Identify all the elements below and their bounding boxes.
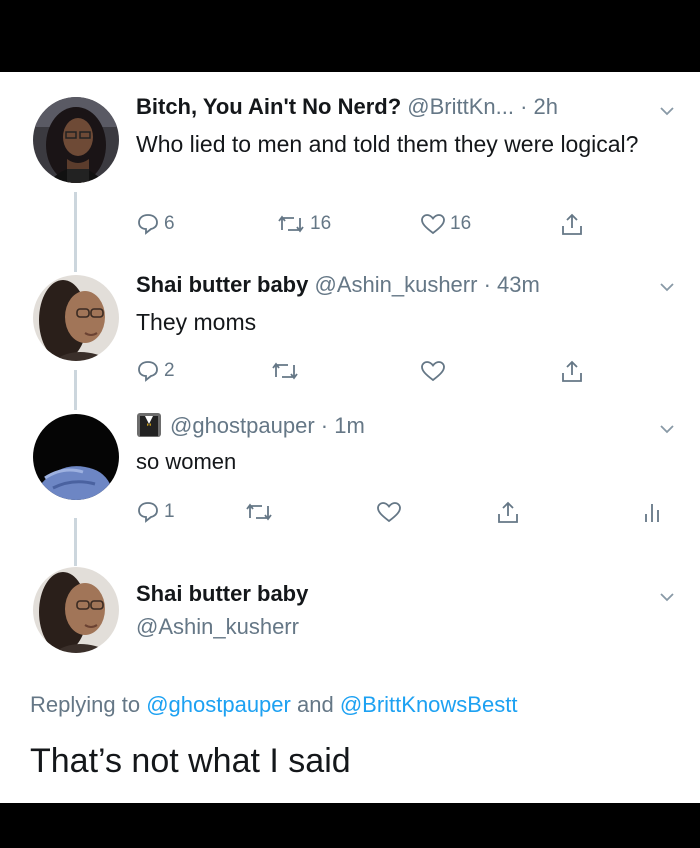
- tweet-text: Who lied to men and told them they were …: [136, 131, 639, 157]
- handle[interactable]: @ghostpauper: [170, 413, 315, 438]
- analytics-icon: [645, 504, 659, 522]
- share-icon: [562, 213, 582, 235]
- share-button[interactable]: [560, 359, 584, 385]
- thread-line: [74, 192, 77, 272]
- share-button[interactable]: [560, 212, 584, 238]
- tweet-header: Bitch, You Ain't No Nerd? @BrittKn... · …: [136, 94, 558, 120]
- tweet-text: so women: [136, 449, 237, 474]
- tweet-header: Shai butter baby @Ashin_kusherr · 43m: [136, 272, 540, 298]
- avatar[interactable]: [33, 414, 119, 500]
- chevron-down-icon[interactable]: [660, 104, 674, 118]
- retweet-icon: [272, 362, 298, 380]
- like-count: 16: [450, 213, 472, 234]
- reply-count: 1: [164, 501, 175, 522]
- mention-link[interactable]: @BrittKnowsBestt: [340, 692, 518, 717]
- conjunction: and: [296, 692, 334, 717]
- reply-icon: [138, 502, 158, 523]
- chevron-down-icon[interactable]: [660, 422, 674, 436]
- timestamp[interactable]: · 2h: [520, 94, 558, 119]
- display-name[interactable]: Shai butter baby: [136, 581, 308, 607]
- retweet-button[interactable]: 16: [276, 212, 331, 236]
- reply-icon: [138, 361, 158, 382]
- handle[interactable]: @Ashin_kusherr: [314, 272, 477, 297]
- tweet-actions: 6 16 16: [136, 212, 656, 242]
- display-name[interactable]: Bitch, You Ain't No Nerd?: [136, 94, 401, 119]
- handle[interactable]: @Ashin_kusherr: [136, 614, 299, 640]
- display-name[interactable]: Shai butter baby: [136, 272, 308, 297]
- replying-to-label: Replying to: [30, 692, 141, 717]
- tweet-text: They moms: [136, 309, 257, 335]
- thread-line: [74, 518, 77, 566]
- replying-to: Replying to @ghostpauper and @BrittKnows…: [30, 692, 517, 718]
- like-button[interactable]: 16: [420, 212, 471, 236]
- retweet-count: 16: [310, 213, 332, 234]
- timestamp[interactable]: · 1m: [321, 413, 365, 438]
- tuxedo-emoji-icon: [137, 413, 161, 437]
- retweet-icon: [278, 215, 304, 233]
- tweet-actions: 2: [136, 359, 656, 389]
- avatar[interactable]: [33, 275, 119, 361]
- tweet-text: That’s not what I said: [30, 742, 351, 780]
- mention-link[interactable]: @ghostpauper: [146, 692, 291, 717]
- like-icon: [377, 502, 401, 523]
- like-icon: [421, 361, 445, 382]
- tweet-header: @ghostpauper · 1m: [136, 412, 365, 439]
- retweet-button[interactable]: [244, 500, 274, 524]
- reply-button[interactable]: 1: [136, 500, 175, 524]
- chevron-down-icon[interactable]: [660, 280, 674, 294]
- avatar[interactable]: [33, 567, 119, 653]
- share-icon: [498, 501, 518, 523]
- reply-icon: [138, 214, 158, 235]
- tweet-thread-card: Bitch, You Ain't No Nerd? @BrittKn... · …: [0, 72, 700, 803]
- tweet-actions: 1: [136, 500, 659, 530]
- reply-button[interactable]: 6: [136, 212, 175, 236]
- handle[interactable]: @BrittKn...: [407, 94, 514, 119]
- reply-count: 6: [164, 213, 175, 234]
- like-button[interactable]: [420, 359, 446, 383]
- analytics-button[interactable]: [644, 500, 660, 524]
- share-icon: [562, 360, 582, 382]
- reply-count: 2: [164, 360, 175, 381]
- like-button[interactable]: [376, 500, 402, 524]
- retweet-button[interactable]: [270, 359, 300, 383]
- share-button[interactable]: [496, 500, 520, 526]
- retweet-icon: [246, 503, 272, 521]
- chevron-down-icon[interactable]: [660, 590, 674, 604]
- thread-line: [74, 370, 77, 410]
- reply-button[interactable]: 2: [136, 359, 175, 383]
- like-icon: [421, 214, 445, 235]
- timestamp[interactable]: · 43m: [484, 272, 540, 297]
- avatar[interactable]: [33, 97, 119, 183]
